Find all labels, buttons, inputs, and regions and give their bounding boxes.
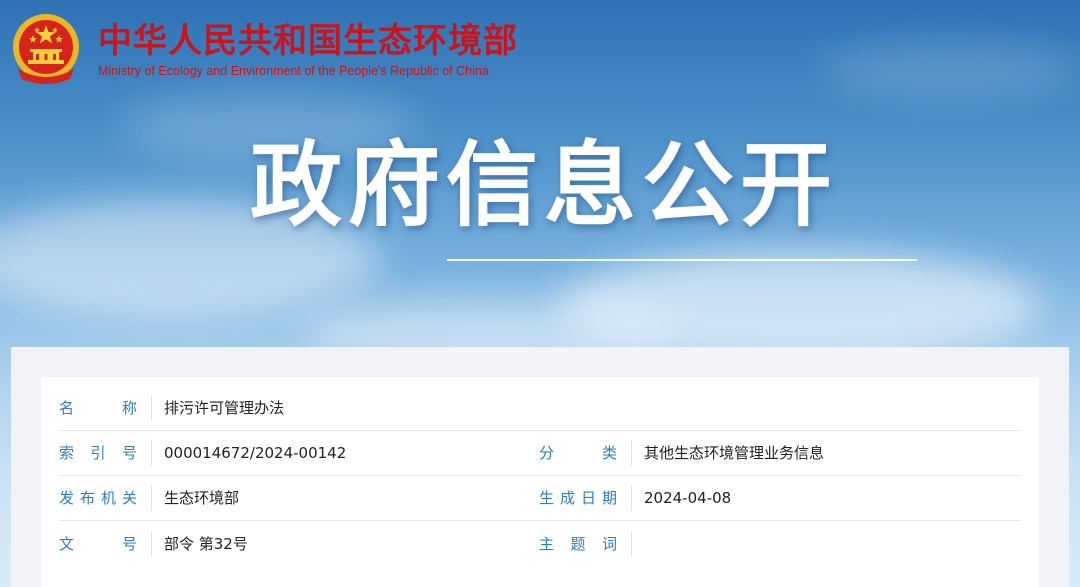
info-cell-keywords: 主题词 [539, 521, 1019, 566]
ministry-name-en: Ministry of Ecology and Environment of t… [98, 64, 489, 78]
info-cell-date: 生成日期 2024-04-08 [539, 476, 1019, 520]
field-label: 主题词 [539, 534, 617, 553]
cloud-decoration [820, 40, 1080, 100]
field-divider [631, 485, 632, 511]
field-value: 部令 第32号 [164, 534, 248, 553]
field-label: 名称 [59, 399, 137, 417]
field-value: 生态环境部 [164, 489, 240, 507]
field-divider [151, 395, 152, 421]
info-cell-doc-number: 文号 部令 第32号 [59, 521, 539, 566]
field-label: 文号 [59, 534, 137, 553]
ministry-name-cn: 中华人民共和国生态环境部 [98, 21, 518, 61]
site-header[interactable]: 中华人民共和国生态环境部 Ministry of Ecology and Env… [10, 10, 518, 90]
field-value: 2024-04-08 [644, 489, 732, 507]
field-divider [151, 485, 152, 511]
info-row: 文号 部令 第32号 主题词 [59, 521, 1021, 566]
info-cell-category: 分类 其他生态环境管理业务信息 [539, 431, 1019, 475]
field-divider [151, 440, 152, 466]
info-cell-publisher: 发布机关 生态环境部 [59, 476, 539, 520]
title-underline [447, 259, 917, 261]
field-value: 其他生态环境管理业务信息 [644, 444, 825, 462]
field-divider [631, 530, 632, 557]
info-row: 发布机关 生态环境部 生成日期 2024-04-08 [59, 476, 1021, 521]
field-label: 生成日期 [539, 489, 617, 507]
ministry-name: 中华人民共和国生态环境部 Ministry of Ecology and Env… [98, 21, 518, 79]
field-label: 分类 [539, 444, 617, 462]
field-label: 发布机关 [59, 489, 137, 507]
info-card: 名称 排污许可管理办法 索引号 000014672/2024-00142 分类 … [41, 377, 1039, 587]
page-title: 政府信息公开 [250, 132, 839, 239]
info-cell-name: 名称 排污许可管理办法 [59, 386, 539, 430]
field-divider [631, 440, 632, 466]
page: 中华人民共和国生态环境部 Ministry of Ecology and Env… [0, 0, 1080, 587]
field-divider [151, 530, 152, 557]
info-row: 索引号 000014672/2024-00142 分类 其他生态环境管理业务信息 [59, 431, 1021, 476]
field-label: 索引号 [59, 444, 137, 462]
field-value: 000014672/2024-00142 [164, 444, 347, 462]
national-emblem-icon [13, 14, 79, 84]
info-row: 名称 排污许可管理办法 [59, 386, 1021, 431]
info-cell-index: 索引号 000014672/2024-00142 [59, 431, 539, 475]
content-panel: 名称 排污许可管理办法 索引号 000014672/2024-00142 分类 … [11, 347, 1069, 587]
field-value: 排污许可管理办法 [164, 399, 285, 417]
